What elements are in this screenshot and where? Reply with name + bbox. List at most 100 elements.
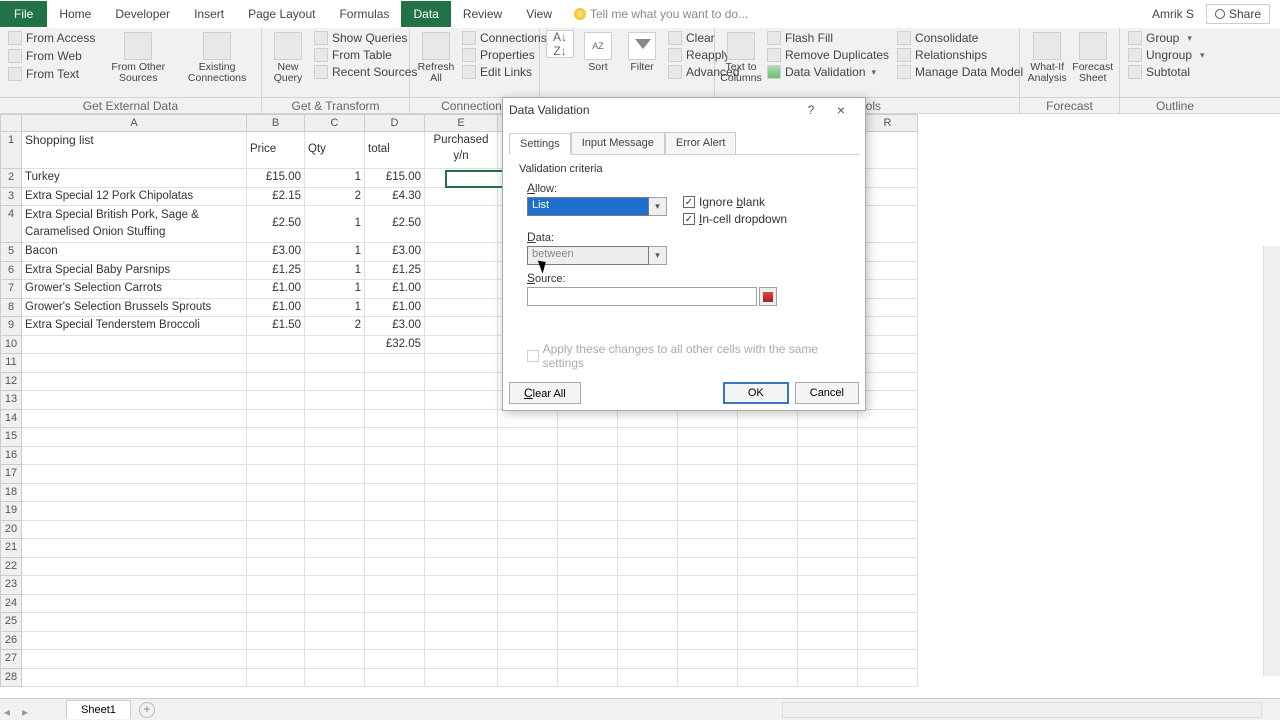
cell[interactable] bbox=[305, 391, 365, 410]
cell[interactable] bbox=[365, 447, 425, 466]
cell[interactable] bbox=[425, 262, 498, 281]
cell[interactable] bbox=[305, 650, 365, 669]
cell[interactable] bbox=[618, 632, 678, 651]
cell[interactable] bbox=[247, 428, 305, 447]
row-header-3[interactable]: 3 bbox=[0, 188, 22, 207]
clear-all-button[interactable]: Clear All bbox=[509, 382, 581, 404]
cell[interactable] bbox=[247, 558, 305, 577]
cell[interactable] bbox=[858, 262, 918, 281]
cell[interactable] bbox=[22, 373, 247, 392]
cell[interactable] bbox=[798, 465, 858, 484]
sort-az-icon[interactable]: A↓Z↓ bbox=[546, 30, 574, 58]
incell-dropdown-checkbox[interactable]: ✓In-cell dropdown bbox=[683, 212, 787, 226]
row-header-10[interactable]: 10 bbox=[0, 336, 22, 355]
cell[interactable]: £1.00 bbox=[247, 280, 305, 299]
cell[interactable] bbox=[618, 447, 678, 466]
cell[interactable] bbox=[678, 465, 738, 484]
select-all-corner[interactable] bbox=[0, 114, 22, 132]
cell[interactable] bbox=[425, 576, 498, 595]
cell[interactable] bbox=[425, 391, 498, 410]
cell[interactable] bbox=[425, 243, 498, 262]
cell[interactable] bbox=[498, 613, 558, 632]
cell[interactable] bbox=[738, 428, 798, 447]
row-header-27[interactable]: 27 bbox=[0, 650, 22, 669]
cell[interactable]: £15.00 bbox=[365, 169, 425, 188]
cell[interactable] bbox=[618, 502, 678, 521]
cell[interactable] bbox=[558, 613, 618, 632]
cell[interactable] bbox=[858, 558, 918, 577]
cell[interactable]: £2.50 bbox=[247, 206, 305, 243]
cell[interactable]: £2.15 bbox=[247, 188, 305, 207]
cell[interactable] bbox=[365, 428, 425, 447]
cell[interactable] bbox=[678, 539, 738, 558]
share-button[interactable]: Share bbox=[1206, 4, 1270, 24]
cell[interactable] bbox=[22, 521, 247, 540]
cell[interactable] bbox=[678, 576, 738, 595]
cell[interactable] bbox=[798, 521, 858, 540]
cell[interactable] bbox=[425, 539, 498, 558]
column-header-e[interactable]: E bbox=[425, 114, 498, 132]
cell[interactable] bbox=[858, 613, 918, 632]
cell[interactable] bbox=[738, 669, 798, 688]
cell[interactable] bbox=[678, 632, 738, 651]
row-header-5[interactable]: 5 bbox=[0, 243, 22, 262]
cell[interactable] bbox=[365, 613, 425, 632]
cell[interactable] bbox=[22, 595, 247, 614]
cell[interactable] bbox=[247, 539, 305, 558]
vertical-scrollbar[interactable] bbox=[1263, 246, 1280, 676]
cell[interactable] bbox=[858, 669, 918, 688]
cell[interactable]: £1.50 bbox=[247, 317, 305, 336]
cell[interactable] bbox=[738, 465, 798, 484]
cell[interactable] bbox=[618, 595, 678, 614]
cell[interactable] bbox=[858, 484, 918, 503]
ok-button[interactable]: OK bbox=[723, 382, 789, 404]
cell[interactable] bbox=[247, 595, 305, 614]
from-text-button[interactable]: From Text bbox=[6, 66, 97, 82]
cell[interactable] bbox=[247, 521, 305, 540]
cell[interactable] bbox=[425, 299, 498, 318]
row-header-15[interactable]: 15 bbox=[0, 428, 22, 447]
properties-button[interactable]: Properties bbox=[460, 47, 549, 63]
cell[interactable]: Shopping list bbox=[22, 132, 247, 169]
cell[interactable] bbox=[738, 502, 798, 521]
cell[interactable] bbox=[425, 521, 498, 540]
row-header-4[interactable]: 4 bbox=[0, 206, 22, 243]
cell[interactable] bbox=[425, 410, 498, 429]
cell[interactable]: £3.00 bbox=[247, 243, 305, 262]
cell[interactable] bbox=[558, 539, 618, 558]
cell[interactable] bbox=[858, 169, 918, 188]
cell[interactable] bbox=[738, 650, 798, 669]
cell[interactable] bbox=[305, 595, 365, 614]
cell[interactable] bbox=[22, 669, 247, 688]
from-web-button[interactable]: From Web bbox=[6, 48, 97, 64]
cell[interactable] bbox=[678, 484, 738, 503]
tab-page-layout[interactable]: Page Layout bbox=[236, 1, 327, 27]
cell[interactable] bbox=[425, 595, 498, 614]
cell[interactable] bbox=[618, 669, 678, 688]
cell[interactable] bbox=[305, 613, 365, 632]
filter-button[interactable]: Filter bbox=[622, 30, 662, 75]
cell[interactable] bbox=[365, 410, 425, 429]
row-header-22[interactable]: 22 bbox=[0, 558, 22, 577]
existing-connections-button[interactable]: Existing Connections bbox=[179, 30, 255, 86]
cell[interactable] bbox=[22, 632, 247, 651]
tab-data[interactable]: Data bbox=[401, 1, 450, 27]
cell[interactable] bbox=[618, 650, 678, 669]
cell[interactable] bbox=[558, 632, 618, 651]
cell[interactable]: Extra Special Tenderstem Broccoli bbox=[22, 317, 247, 336]
sheet-nav-prev[interactable]: ◂ bbox=[4, 705, 14, 715]
cell[interactable] bbox=[618, 465, 678, 484]
row-header-6[interactable]: 6 bbox=[0, 262, 22, 281]
cell[interactable] bbox=[738, 539, 798, 558]
cell[interactable] bbox=[305, 447, 365, 466]
chevron-down-icon[interactable]: ▾ bbox=[649, 197, 667, 216]
row-header-24[interactable]: 24 bbox=[0, 595, 22, 614]
cell[interactable] bbox=[305, 502, 365, 521]
cell[interactable] bbox=[365, 465, 425, 484]
dialog-tab-settings[interactable]: Settings bbox=[509, 133, 571, 155]
cell[interactable] bbox=[678, 595, 738, 614]
cell[interactable] bbox=[305, 428, 365, 447]
cell[interactable] bbox=[738, 410, 798, 429]
cell[interactable] bbox=[365, 558, 425, 577]
cell[interactable] bbox=[858, 243, 918, 262]
